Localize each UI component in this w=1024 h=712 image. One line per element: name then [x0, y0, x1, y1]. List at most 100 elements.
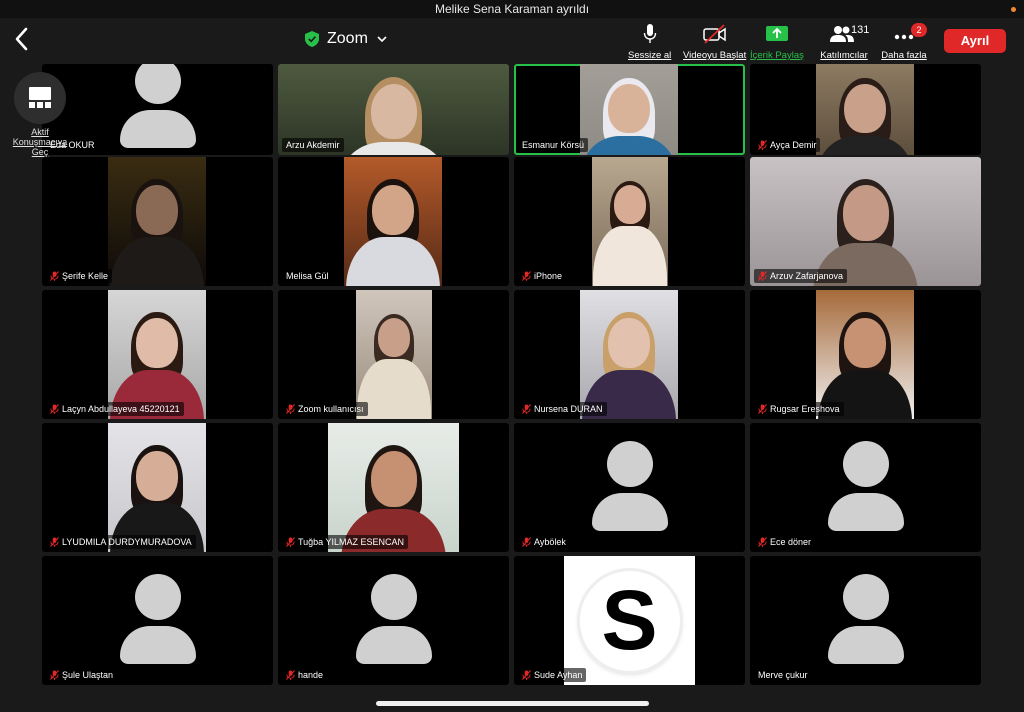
- participant-name: iPhone: [534, 271, 563, 281]
- mic-muted-icon: [758, 140, 767, 150]
- meeting-title: Zoom: [327, 30, 368, 47]
- share-content-label: İçerik Paylaş: [750, 50, 804, 61]
- participant-name: Sude Ayhan: [534, 670, 583, 680]
- participant-name: Şule Ulaştan: [62, 670, 114, 680]
- participant-name-tag: Sude Ayhan: [518, 668, 587, 682]
- participant-tile[interactable]: Ayça Demir: [750, 64, 981, 155]
- participant-name: Ece döner: [770, 537, 812, 547]
- participant-tile[interactable]: LYUDMILA DURDYMURADOVA: [42, 423, 273, 552]
- video-off-icon: [702, 24, 726, 44]
- start-video-label: Videoyu Başlat: [683, 50, 747, 61]
- participant-name: Tuğba YILMAZ ESENCAN: [298, 537, 405, 547]
- participant-tile[interactable]: Nursena DURAN: [514, 290, 745, 419]
- participant-name: Merve çukur: [758, 670, 808, 680]
- participant-profile-logo: S: [564, 556, 695, 685]
- switch-to-active-speaker-button[interactable]: [14, 72, 66, 124]
- participant-name-tag: Tuğba YILMAZ ESENCAN: [282, 535, 409, 549]
- participant-name: Şerife Kelle: [62, 271, 109, 281]
- logo-letter: S: [579, 570, 680, 671]
- participant-name: Arzuv Zafarjanova: [770, 271, 844, 281]
- participant-name-tag: Melisa Gül: [282, 269, 333, 283]
- participant-video-feed: [108, 290, 206, 419]
- participant-tile[interactable]: Esmanur Körsü: [514, 64, 745, 155]
- participant-name-tag: Merve çukur: [754, 668, 812, 682]
- participant-tile[interactable]: Eda OKUR: [42, 64, 273, 155]
- mic-muted-icon: [286, 404, 295, 414]
- participant-name-tag: Ayça Demir: [754, 138, 821, 152]
- participant-name: Melisa Gül: [286, 271, 329, 281]
- participants-count: 131: [851, 24, 870, 36]
- switch-to-active-speaker-label: Aktif Konuşmacıya Geç: [12, 127, 68, 157]
- home-indicator[interactable]: [376, 701, 649, 706]
- participant-video-feed: [356, 290, 432, 419]
- mic-muted-icon: [522, 271, 531, 281]
- participant-name-tag: Şerife Kelle: [46, 269, 113, 283]
- security-shield-icon: [305, 31, 319, 47]
- participant-name: Arzu Akdemir: [286, 140, 340, 150]
- participant-name-tag: Ece döner: [754, 535, 816, 549]
- participant-tile[interactable]: Ece döner: [750, 423, 981, 552]
- mic-muted-icon: [50, 404, 59, 414]
- participant-tile[interactable]: Merve çukur: [750, 556, 981, 685]
- participant-tile[interactable]: Tuğba YILMAZ ESENCAN: [278, 423, 509, 552]
- mute-label: Sessize al: [628, 50, 672, 61]
- default-avatar-icon: [827, 441, 904, 531]
- participant-tile[interactable]: Şerife Kelle: [42, 157, 273, 286]
- participant-name-tag: Esmanur Körsü: [518, 138, 589, 152]
- participant-tile[interactable]: Arzu Akdemir: [278, 64, 509, 155]
- participant-video-feed: [816, 290, 914, 419]
- participant-name-tag: Arzu Akdemir: [282, 138, 344, 152]
- share-content-button[interactable]: İçerik Paylaş: [750, 22, 804, 62]
- mic-muted-icon: [522, 670, 531, 680]
- participants-label: Katılımcılar: [820, 50, 868, 61]
- meeting-title-dropdown[interactable]: Zoom: [305, 28, 388, 50]
- participant-tile[interactable]: Zoom kullanıcısı: [278, 290, 509, 419]
- leave-meeting-button[interactable]: Ayrıl: [944, 29, 1006, 53]
- participant-tile[interactable]: Rugsar Ereshova: [750, 290, 981, 419]
- notification-text: Melike Sena Karaman ayrıldı: [434, 2, 590, 16]
- mic-muted-icon: [758, 537, 767, 547]
- participants-button[interactable]: 131 Katılımcılar: [818, 22, 870, 62]
- participant-tile[interactable]: Laçyn Abdullayeva 45220121: [42, 290, 273, 419]
- participant-video-feed: [108, 157, 206, 286]
- back-button[interactable]: [12, 26, 32, 52]
- participant-name: Ayça Demir: [770, 140, 817, 150]
- mic-muted-icon: [758, 271, 767, 281]
- participant-tile[interactable]: Aybölek: [514, 423, 745, 552]
- participant-video-feed: [328, 423, 459, 552]
- participant-name-tag: Arzuv Zafarjanova: [754, 269, 848, 283]
- participant-left-notification: Melike Sena Karaman ayrıldı: [0, 0, 1024, 18]
- participant-name-tag: LYUDMILA DURDYMURADOVA: [46, 535, 196, 549]
- participant-tile[interactable]: Şule Ulaştan: [42, 556, 273, 685]
- participant-name: Zoom kullanıcısı: [298, 404, 364, 414]
- participant-video-feed: [580, 64, 678, 155]
- participant-name-tag: Laçyn Abdullayeva 45220121: [46, 402, 184, 416]
- more-button[interactable]: 2 Daha fazla: [881, 22, 927, 62]
- participant-video-grid: Eda OKUR Arzu Akdemir Esmanur Körsü Ayça De…: [42, 64, 983, 688]
- mic-muted-icon: [286, 537, 295, 547]
- participant-tile[interactable]: S Sude Ayhan: [514, 556, 745, 685]
- participant-name-tag: Aybölek: [518, 535, 570, 549]
- more-notification-badge: 2: [911, 23, 927, 37]
- start-video-button[interactable]: Videoyu Başlat: [683, 22, 746, 62]
- mute-button[interactable]: Sessize al: [628, 22, 671, 62]
- default-avatar-icon: [119, 64, 196, 148]
- participant-name-tag: Rugsar Ereshova: [754, 402, 844, 416]
- participant-video-feed: [580, 290, 678, 419]
- participant-video-feed: [344, 157, 442, 286]
- meeting-toolbar: Zoom Sessize al Videoyu Başlat İçerik Pa…: [0, 18, 1024, 64]
- participant-tile[interactable]: hande: [278, 556, 509, 685]
- default-avatar-icon: [119, 574, 196, 664]
- participant-video-feed: [816, 64, 914, 155]
- gallery-view-icon: [29, 87, 51, 108]
- participant-tile[interactable]: Melisa Gül: [278, 157, 509, 286]
- mic-muted-icon: [286, 670, 295, 680]
- more-label: Daha fazla: [881, 50, 927, 61]
- participant-tile[interactable]: Arzuv Zafarjanova: [750, 157, 981, 286]
- participant-tile[interactable]: iPhone: [514, 157, 745, 286]
- participant-name: Rugsar Ereshova: [770, 404, 840, 414]
- participant-name: Esmanur Körsü: [522, 140, 585, 150]
- participant-name-tag: Zoom kullanıcısı: [282, 402, 368, 416]
- mic-muted-icon: [758, 404, 767, 414]
- participant-name: Laçyn Abdullayeva 45220121: [62, 404, 180, 414]
